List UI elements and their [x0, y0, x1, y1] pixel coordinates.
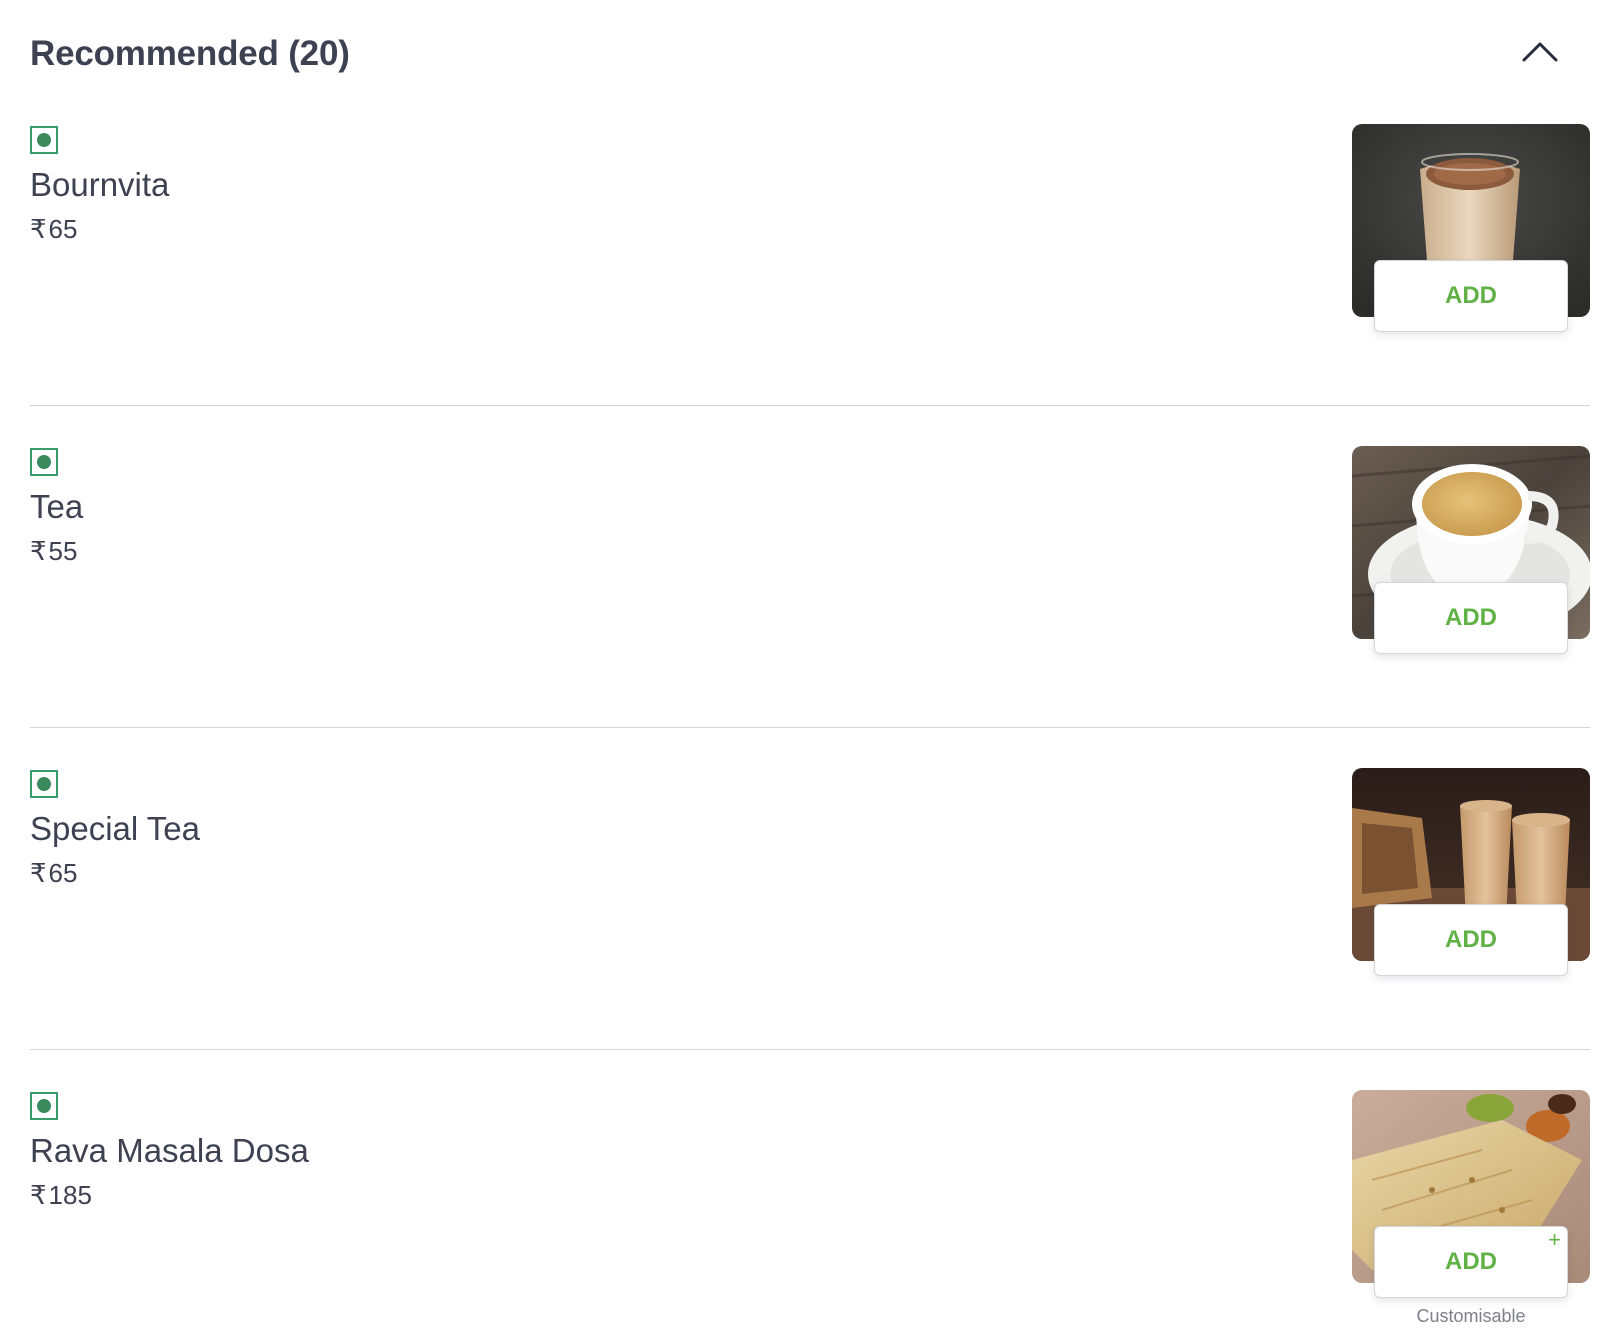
add-button[interactable]: ADD	[1374, 260, 1568, 332]
currency-symbol: ₹	[30, 214, 47, 244]
plus-icon: +	[1548, 1227, 1561, 1252]
price-value: 65	[48, 214, 78, 244]
menu-item: Rava Masala Dosa ₹185 ADD + Customisable	[30, 1050, 1590, 1338]
item-price: ₹55	[30, 536, 77, 567]
item-price: ₹65	[30, 214, 77, 245]
veg-indicator-icon	[30, 1092, 58, 1120]
customisable-label: Customisable	[1416, 1306, 1526, 1326]
currency-symbol: ₹	[30, 536, 47, 566]
add-button-label: ADD	[1445, 1248, 1497, 1275]
item-name: Tea	[30, 488, 84, 525]
add-button[interactable]: ADD	[1374, 582, 1568, 654]
item-price: ₹185	[30, 1180, 92, 1211]
veg-indicator-icon	[30, 126, 58, 154]
item-name: Special Tea	[30, 810, 201, 847]
item-name: Bournvita	[30, 166, 170, 203]
menu-item: Special Tea ₹65 ADD	[30, 728, 1590, 1050]
collapse-button[interactable]	[1518, 32, 1562, 76]
menu-item: Bournvita ₹65 ADD	[30, 84, 1590, 406]
menu-item: Tea ₹55 ADD	[30, 406, 1590, 728]
menu-page: Recommended (20) Bournvita ₹65 ADD Tea ₹…	[0, 0, 1604, 1338]
price-value: 185	[48, 1180, 92, 1210]
currency-symbol: ₹	[30, 858, 47, 888]
veg-indicator-icon	[30, 448, 58, 476]
item-name: Rava Masala Dosa	[30, 1132, 309, 1169]
chevron-up-icon	[1518, 32, 1562, 76]
item-price: ₹65	[30, 858, 77, 889]
add-button[interactable]: ADD	[1374, 904, 1568, 976]
currency-symbol: ₹	[30, 1180, 47, 1210]
veg-indicator-icon	[30, 770, 58, 798]
section-header[interactable]: Recommended (20)	[30, 28, 1580, 84]
add-button[interactable]: ADD +	[1374, 1226, 1568, 1298]
price-value: 65	[48, 858, 78, 888]
section-title: Recommended (20)	[30, 34, 350, 73]
price-value: 55	[48, 536, 78, 566]
